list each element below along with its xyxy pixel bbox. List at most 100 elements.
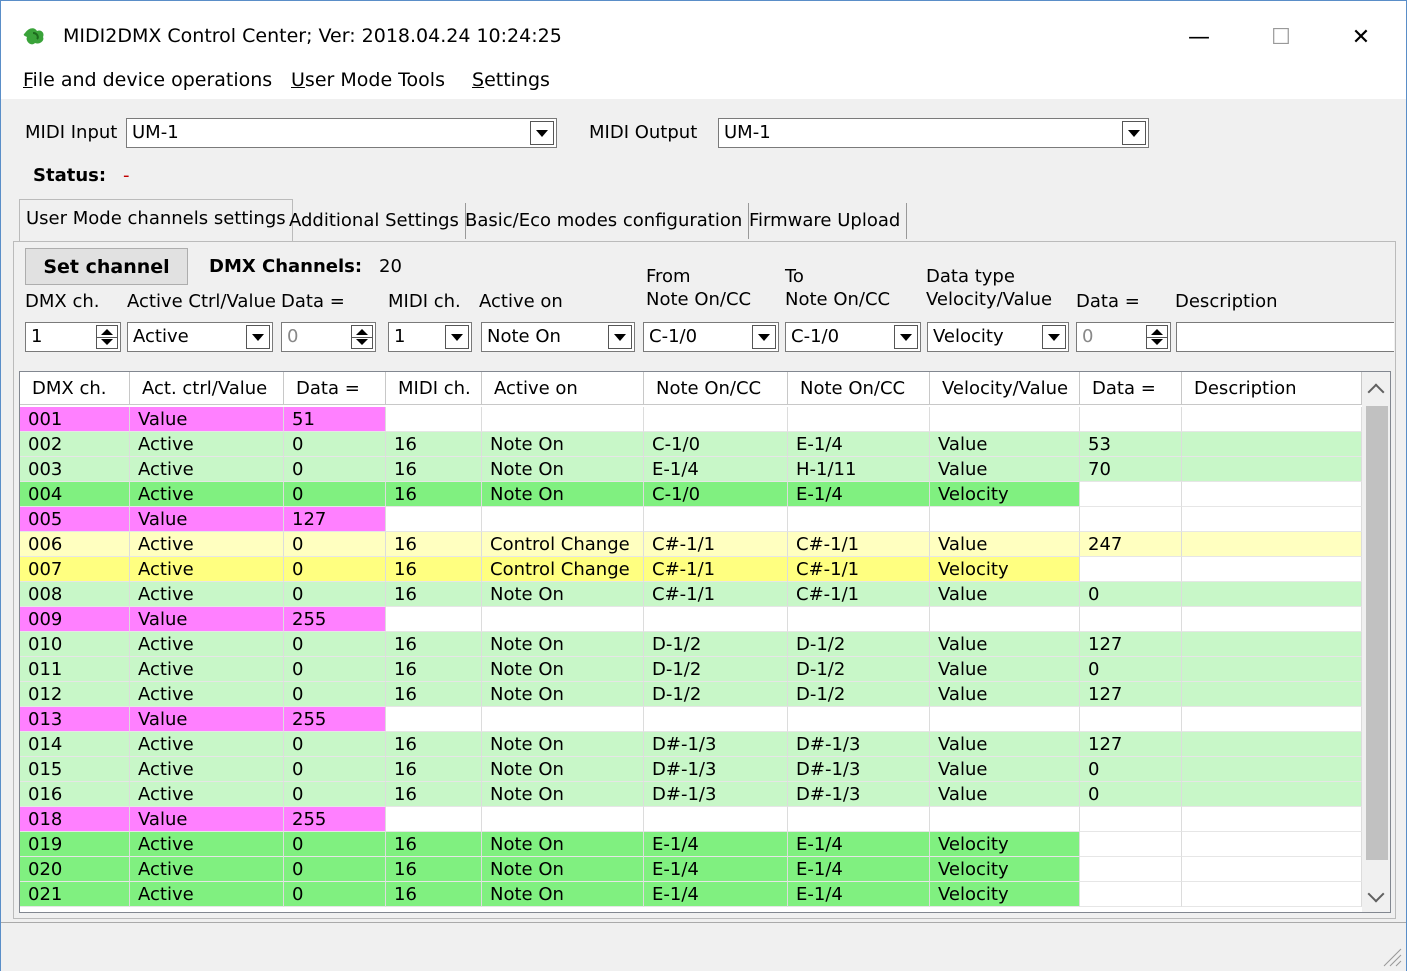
description-input[interactable] (1176, 322, 1394, 352)
table-row[interactable]: 021 Active 0 16 Note On E-1/4 E-1/4 Velocity (20, 882, 1362, 907)
table-cell: Active (130, 832, 284, 857)
data1-stepper[interactable]: 0 (281, 322, 376, 352)
midi-ch-select[interactable]: 1 (388, 322, 472, 352)
table-row[interactable]: 010 Active 0 16 Note On D-1/2 D-1/2 Value 127 (20, 632, 1362, 657)
table-cell: Note On (482, 732, 644, 757)
midi-input-label: MIDI Input (25, 122, 118, 143)
table-cell: D-1/2 (644, 657, 788, 682)
table-cell: 0 (284, 532, 386, 557)
table-cell (1080, 857, 1182, 882)
column-header[interactable]: Note On/CC (788, 372, 930, 404)
table-cell: Velocity (930, 857, 1080, 882)
scrollbar-thumb[interactable] (1366, 406, 1388, 860)
table-cell (386, 807, 482, 832)
data2-stepper[interactable]: 0 (1076, 322, 1171, 352)
menu-file-device[interactable]: File and device operations (23, 69, 272, 91)
menu-settings-accel: S (472, 69, 485, 91)
tab-firmware-upload[interactable]: Firmware Upload (743, 203, 908, 239)
table-row[interactable]: 001 Value 51 (20, 407, 1362, 432)
table-cell: Active (130, 582, 284, 607)
table-cell: 009 (20, 607, 130, 632)
midi-input-select[interactable]: UM-1 (126, 118, 557, 148)
tab-user-mode-channels[interactable]: User Mode channels settings (19, 199, 293, 241)
to-note-select[interactable]: C-1/0 (785, 322, 921, 352)
chevron-down-icon[interactable] (246, 325, 270, 349)
table-cell: D#-1/3 (788, 782, 930, 807)
channels-grid[interactable]: DMX ch. Act. ctrl/Value Data = MIDI ch. Acti… (19, 371, 1391, 913)
table-cell: E-1/4 (644, 857, 788, 882)
spin-arrows-icon[interactable] (96, 325, 118, 349)
table-row[interactable]: 013 Value 255 (20, 707, 1362, 732)
from-note-select[interactable]: C-1/0 (643, 322, 779, 352)
chevron-down-icon[interactable] (752, 325, 776, 349)
table-cell: C-1/0 (644, 432, 788, 457)
table-row[interactable]: 005 Value 127 (20, 507, 1362, 532)
table-cell: Active (130, 632, 284, 657)
set-channel-button[interactable]: Set channel (25, 248, 188, 285)
table-cell (788, 707, 930, 732)
table-cell (386, 507, 482, 532)
table-row[interactable]: 019 Active 0 16 Note On E-1/4 E-1/4 Velocity (20, 832, 1362, 857)
table-row[interactable]: 012 Active 0 16 Note On D-1/2 D-1/2 Value 127 (20, 682, 1362, 707)
spin-arrows-icon[interactable] (351, 325, 373, 349)
column-header[interactable]: MIDI ch. (386, 372, 482, 404)
close-button[interactable]: ✕ (1331, 15, 1391, 59)
table-cell: D#-1/3 (644, 782, 788, 807)
minimize-button[interactable]: — (1169, 15, 1229, 59)
active-ctrl-select[interactable]: Active (127, 322, 273, 352)
from-note-value: C-1/0 (649, 326, 698, 347)
chevron-down-icon[interactable] (608, 325, 632, 349)
grid-header: DMX ch. Act. ctrl/Value Data = MIDI ch. Acti… (20, 372, 1362, 405)
chevron-down-icon[interactable] (1367, 885, 1385, 903)
table-row[interactable]: 020 Active 0 16 Note On E-1/4 E-1/4 Velocity (20, 857, 1362, 882)
column-header[interactable]: Act. ctrl/Value (130, 372, 284, 404)
column-header[interactable]: Data = (1080, 372, 1182, 404)
chevron-down-icon[interactable] (445, 325, 469, 349)
table-row[interactable]: 003 Active 0 16 Note On E-1/4 H-1/11 Value 70 (20, 457, 1362, 482)
table-cell: E-1/4 (788, 432, 930, 457)
maximize-button[interactable]: ☐ (1251, 15, 1311, 59)
midi-output-select[interactable]: UM-1 (718, 118, 1149, 148)
table-row[interactable]: 018 Value 255 (20, 807, 1362, 832)
table-row[interactable]: 009 Value 255 (20, 607, 1362, 632)
vertical-scrollbar[interactable] (1362, 372, 1390, 912)
dmx-ch-value: 1 (31, 326, 43, 347)
column-header[interactable]: Data = (284, 372, 386, 404)
column-header[interactable]: Active on (482, 372, 644, 404)
table-cell (1080, 607, 1182, 632)
tab-additional-settings[interactable]: Additional Settings (283, 203, 466, 239)
table-row[interactable]: 014 Active 0 16 Note On D#-1/3 D#-1/3 Value 127 (20, 732, 1362, 757)
data1-value: 0 (287, 326, 299, 347)
table-cell: C#-1/1 (788, 582, 930, 607)
table-row[interactable]: 016 Active 0 16 Note On D#-1/3 D#-1/3 Value 0 (20, 782, 1362, 807)
column-header[interactable]: Velocity/Value (930, 372, 1080, 404)
table-row[interactable]: 006 Active 0 16 Control Change C#-1/1 C#-1/1 Va… (20, 532, 1362, 557)
chevron-up-icon[interactable] (1367, 383, 1385, 401)
table-row[interactable]: 008 Active 0 16 Note On C#-1/1 C#-1/1 Value 0 (20, 582, 1362, 607)
title-bar[interactable]: MIDI2DMX Control Center; Ver: 2018.04.24… (1, 1, 1406, 59)
resize-grip-icon[interactable] (1380, 945, 1402, 967)
chevron-down-icon[interactable] (530, 121, 554, 145)
menu-user-mode-tools[interactable]: User Mode Tools (291, 69, 445, 91)
menu-settings[interactable]: Settings (472, 69, 550, 91)
dmx-ch-stepper[interactable]: 1 (25, 322, 121, 352)
column-header[interactable]: DMX ch. (20, 372, 130, 404)
table-row[interactable]: 015 Active 0 16 Note On D#-1/3 D#-1/3 Value 0 (20, 757, 1362, 782)
spin-arrows-icon[interactable] (1146, 325, 1168, 349)
table-row[interactable]: 007 Active 0 16 Control Change C#-1/1 C#-1/1 Ve… (20, 557, 1362, 582)
chevron-down-icon[interactable] (1122, 121, 1146, 145)
chevron-down-icon[interactable] (1042, 325, 1066, 349)
tab-basic-eco-modes[interactable]: Basic/Eco modes configuration (459, 203, 750, 239)
column-header[interactable]: Note On/CC (644, 372, 788, 404)
table-row[interactable]: 004 Active 0 16 Note On C-1/0 E-1/4 Velocity (20, 482, 1362, 507)
table-row[interactable]: 002 Active 0 16 Note On C-1/0 E-1/4 Value 53 (20, 432, 1362, 457)
column-header[interactable]: Description (1182, 372, 1362, 404)
table-row[interactable]: 011 Active 0 16 Note On D-1/2 D-1/2 Value 0 (20, 657, 1362, 682)
dmx-channels-label: DMX Channels: (209, 256, 363, 277)
active-on-select[interactable]: Note On (481, 322, 635, 352)
table-cell: Value (930, 782, 1080, 807)
table-cell: 018 (20, 807, 130, 832)
data-type-select[interactable]: Velocity (927, 322, 1069, 352)
table-cell (644, 707, 788, 732)
chevron-down-icon[interactable] (894, 325, 918, 349)
